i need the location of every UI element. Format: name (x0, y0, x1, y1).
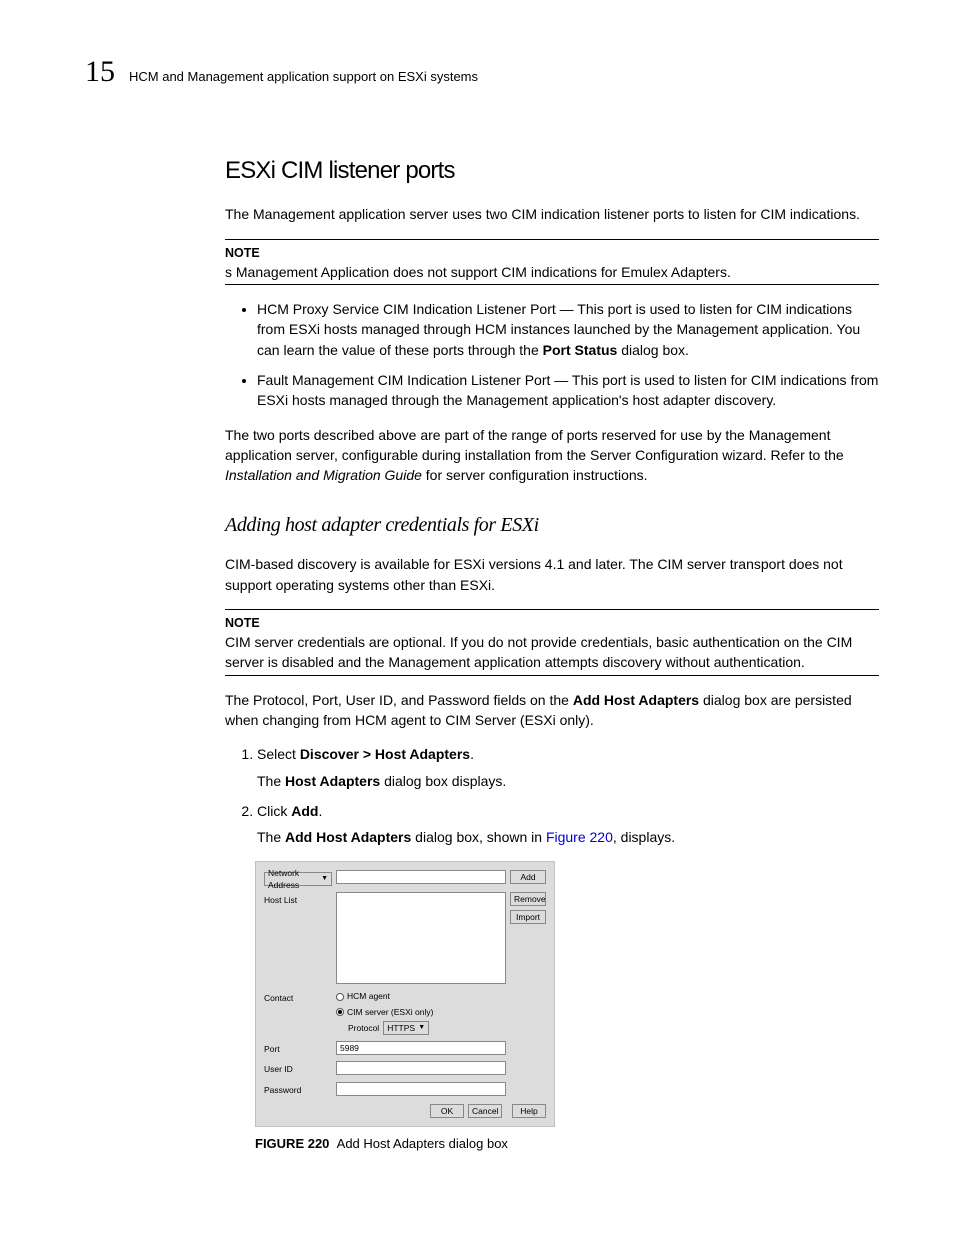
sub-paragraph: The Add Host Adapters dialog box, shown … (257, 827, 879, 847)
text: The (257, 829, 285, 845)
note-body: CIM server credentials are optional. If … (225, 632, 879, 673)
text: Click (257, 803, 291, 819)
network-address-label: Network Address▼ (264, 870, 332, 886)
bold-text: Add Host Adapters (573, 692, 699, 708)
text: . (318, 803, 322, 819)
text: for server configuration instructions. (422, 467, 648, 483)
note-label: NOTE (225, 610, 879, 632)
intro-paragraph: The Management application server uses t… (225, 204, 879, 224)
running-head: HCM and Management application support o… (129, 68, 478, 87)
chevron-down-icon: ▼ (418, 1023, 425, 1033)
section-title: ESXi CIM listener ports (225, 154, 879, 189)
radio-cim-server[interactable]: CIM server (ESXi only) (336, 1006, 506, 1018)
italic-text: Installation and Migration Guide (225, 467, 422, 483)
bold-text: Add Host Adapters (285, 829, 411, 845)
bold-text: Host Adapters (285, 773, 380, 789)
ordered-list: Select Discover > Host Adapters. The Hos… (225, 744, 879, 847)
radio-label: CIM server (ESXi only) (347, 1006, 433, 1018)
sub-paragraph: The Host Adapters dialog box displays. (257, 771, 879, 791)
protocol-select[interactable]: HTTPS▼ (383, 1021, 429, 1035)
add-host-adapters-dialog: Network Address▼ Add Host List Remove Im… (255, 861, 555, 1127)
list-item: Fault Management CIM Indication Listener… (257, 370, 879, 411)
bullet-text: Fault Management CIM Indication Listener… (257, 372, 878, 408)
radio-icon (336, 1008, 344, 1016)
subsection-title: Adding host adapter credentials for ESXi (225, 511, 879, 540)
note-rule (225, 284, 879, 285)
paragraph: CIM-based discovery is available for ESX… (225, 554, 879, 595)
port-label: Port (264, 1041, 332, 1055)
contact-label: Contact (264, 990, 332, 1004)
select-text: HTTPS (387, 1022, 415, 1034)
network-address-select[interactable]: Network Address▼ (264, 872, 332, 886)
bullet-text: dialog box. (617, 342, 689, 358)
radio-icon (336, 993, 344, 1001)
figure-label: FIGURE 220 (255, 1136, 329, 1151)
note-rule (225, 675, 879, 676)
bullet-bold: Port Status (543, 342, 618, 358)
text: The (257, 773, 285, 789)
password-label: Password (264, 1082, 332, 1096)
page-number: 15 (85, 50, 115, 94)
bold-text: Discover > Host Adapters (300, 746, 470, 762)
list-item: Click Add. The Add Host Adapters dialog … (257, 801, 879, 848)
cancel-button[interactable]: Cancel (468, 1104, 502, 1118)
bullet-list: HCM Proxy Service CIM Indication Listene… (225, 299, 879, 410)
note-body: s Management Application does not suppor… (225, 262, 879, 282)
remove-button[interactable]: Remove (510, 892, 546, 906)
text: dialog box, shown in (411, 829, 546, 845)
password-input[interactable] (336, 1082, 506, 1096)
network-address-input[interactable] (336, 870, 506, 884)
text: dialog box displays. (380, 773, 506, 789)
host-list-label: Host List (264, 892, 332, 906)
figure-link[interactable]: Figure 220 (546, 829, 613, 845)
note-label: NOTE (225, 240, 879, 262)
add-button[interactable]: Add (510, 870, 546, 884)
text: Select (257, 746, 300, 762)
figure-caption-text: Add Host Adapters dialog box (337, 1136, 508, 1151)
radio-hcm-agent[interactable]: HCM agent (336, 990, 506, 1002)
radio-label: HCM agent (347, 990, 390, 1002)
port-input[interactable]: 5989 (336, 1041, 506, 1055)
list-item: Select Discover > Host Adapters. The Hos… (257, 744, 879, 791)
paragraph: The Protocol, Port, User ID, and Passwor… (225, 690, 879, 731)
protocol-label: Protocol (348, 1022, 379, 1034)
text: . (470, 746, 474, 762)
userid-input[interactable] (336, 1061, 506, 1075)
help-button[interactable]: Help (512, 1104, 546, 1118)
ok-button[interactable]: OK (430, 1104, 464, 1118)
text: , displays. (613, 829, 675, 845)
list-item: HCM Proxy Service CIM Indication Listene… (257, 299, 879, 360)
chevron-down-icon: ▼ (321, 874, 328, 884)
page-header: 15 HCM and Management application suppor… (85, 50, 879, 94)
figure-caption: FIGURE 220 Add Host Adapters dialog box (255, 1135, 879, 1154)
userid-label: User ID (264, 1061, 332, 1075)
select-text: Network Address (268, 867, 321, 892)
host-list[interactable] (336, 892, 506, 984)
text: The Protocol, Port, User ID, and Passwor… (225, 692, 573, 708)
bold-text: Add (291, 803, 318, 819)
import-button[interactable]: Import (510, 910, 546, 924)
paragraph: The two ports described above are part o… (225, 425, 879, 486)
text: The two ports described above are part o… (225, 427, 844, 463)
